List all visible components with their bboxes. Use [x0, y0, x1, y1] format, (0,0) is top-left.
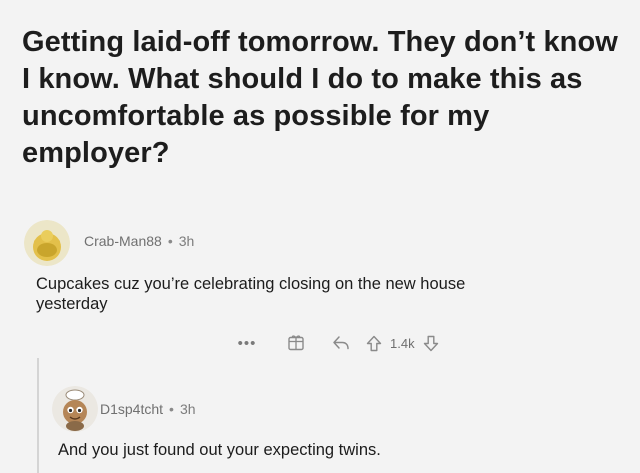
thread-line[interactable]: [37, 358, 39, 473]
comment-age: 3h: [178, 233, 195, 249]
meta-separator: •: [167, 233, 173, 249]
more-options-icon[interactable]: •••: [232, 330, 262, 356]
comment-meta: Crab-Man88 • 3h: [84, 232, 194, 250]
snoo-avatar-icon[interactable]: [24, 220, 70, 266]
comment-author[interactable]: D1sp4tcht: [100, 401, 163, 417]
post-title: Getting laid-off tomorrow. They don’t kn…: [22, 26, 618, 169]
comment-body: Cupcakes cuz you’re celebrating closing …: [36, 275, 466, 313]
comment-author[interactable]: Crab-Man88: [84, 233, 162, 249]
comment-meta: D1sp4tcht • 3h: [100, 400, 196, 418]
downvote-icon[interactable]: [421, 330, 441, 356]
meta-separator: •: [169, 401, 174, 417]
comment-body: And you just found out your expecting tw…: [58, 441, 381, 459]
vote-count: 1.4k: [390, 335, 415, 351]
snoo-avatar-icon[interactable]: [52, 386, 98, 432]
award-icon[interactable]: [284, 330, 308, 356]
upvote-icon[interactable]: [364, 330, 384, 356]
comment-age: 3h: [179, 401, 196, 417]
comment-action-bar: ••• 1.4k: [232, 330, 441, 356]
reply-icon[interactable]: [330, 330, 352, 356]
